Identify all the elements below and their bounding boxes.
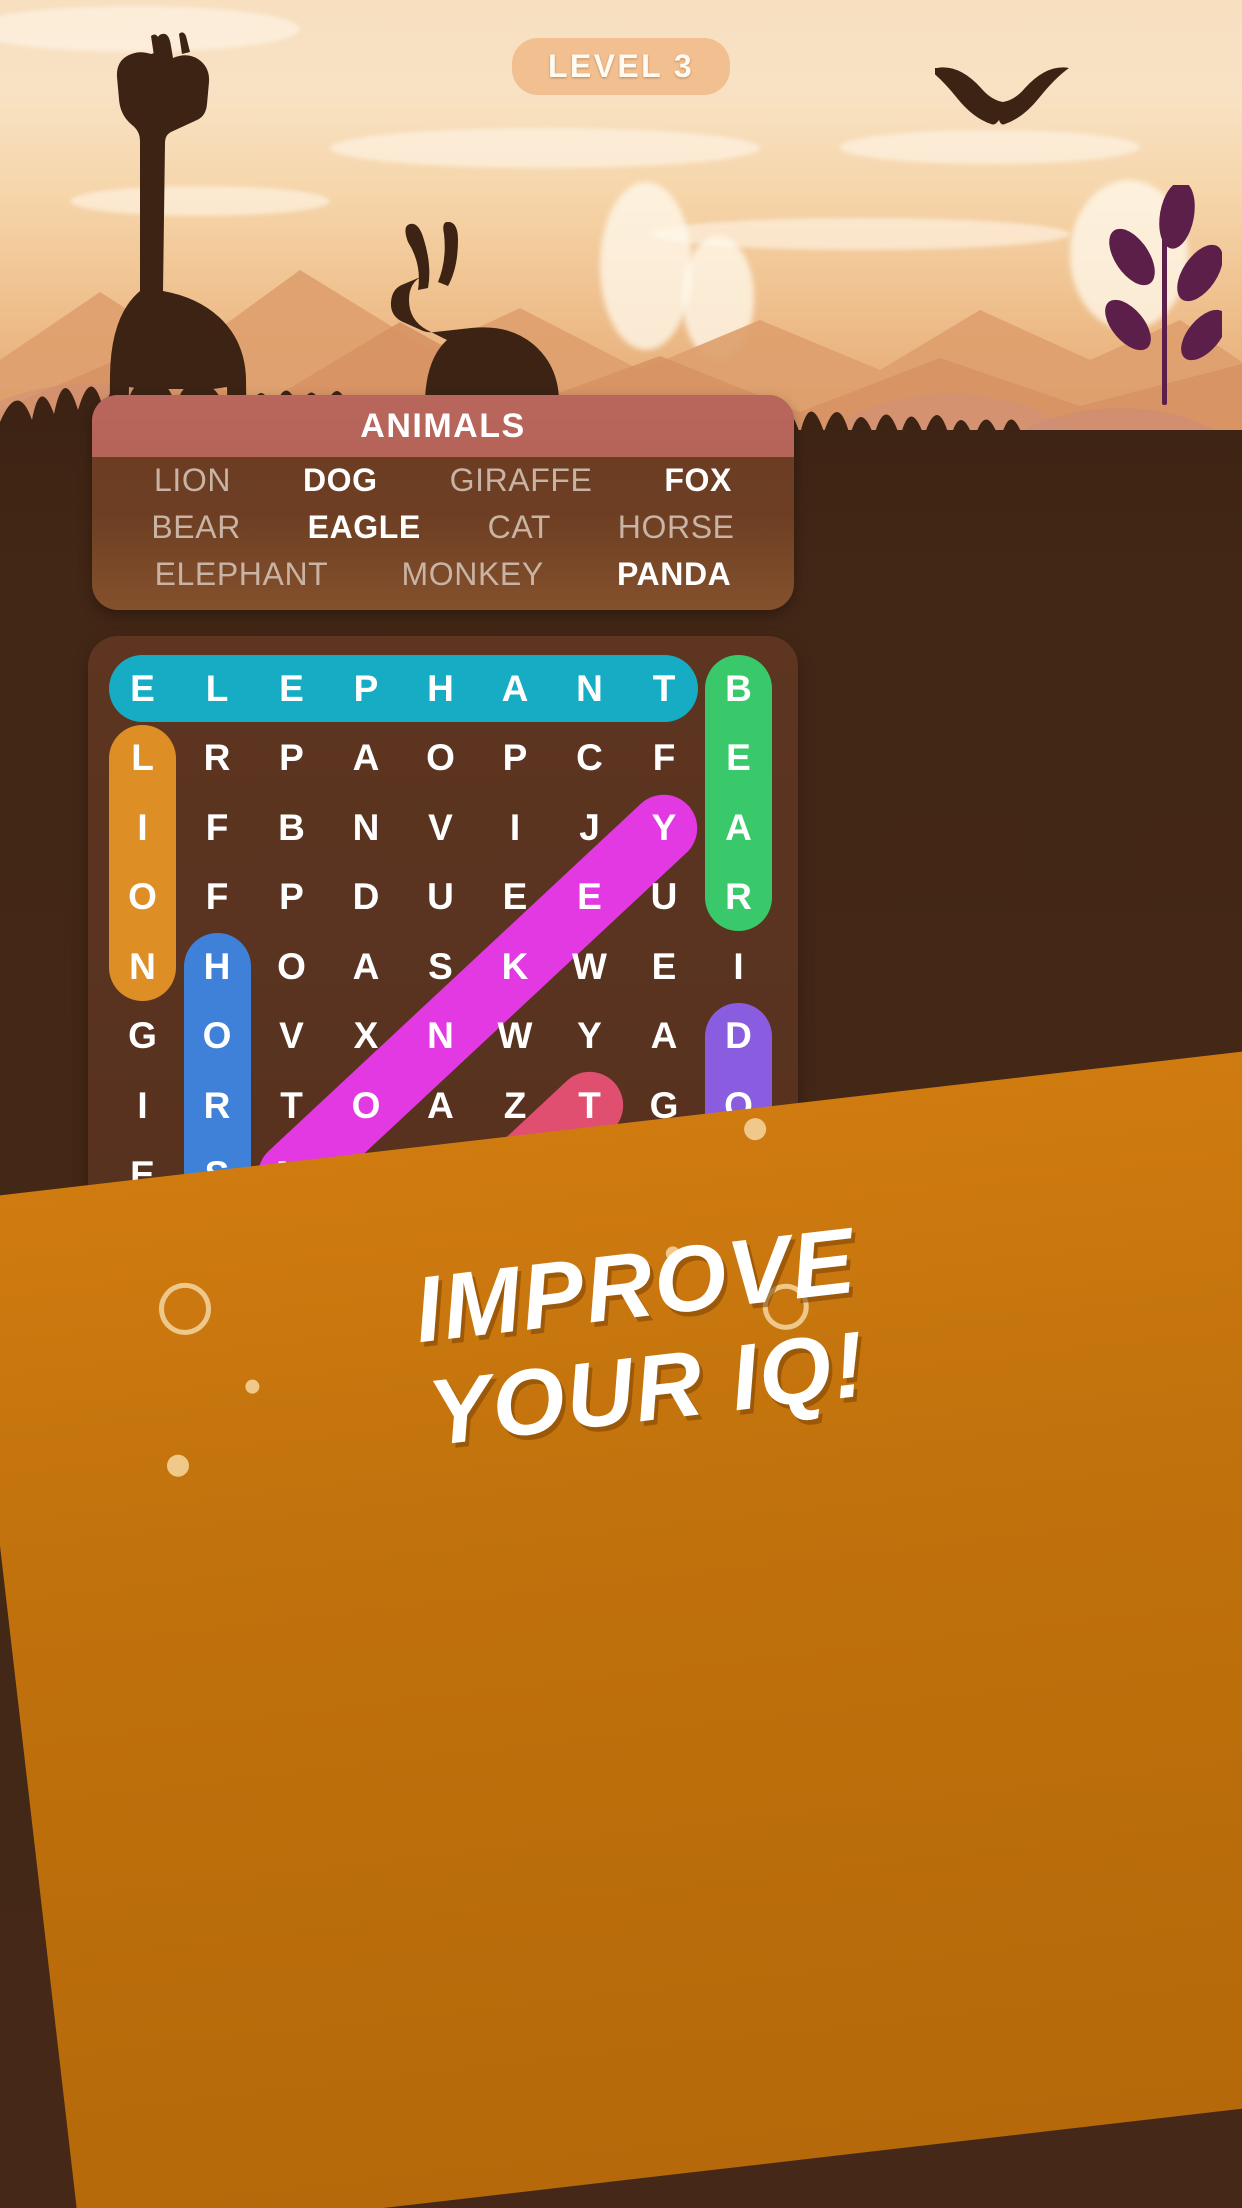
grid-cell[interactable]: W — [479, 1000, 552, 1073]
grid-cell[interactable]: C — [553, 722, 626, 795]
grid-cell[interactable]: N — [553, 652, 626, 725]
word-list-row: LION DOG GIRAFFE FOX — [92, 457, 794, 504]
promo-banner: IMPROVE YOUR IQ! — [0, 1045, 1242, 2208]
word-item-fox: FOX — [664, 462, 732, 498]
grid-cell[interactable]: H — [181, 930, 254, 1003]
grid-cell[interactable]: G — [106, 1000, 179, 1073]
grid-cell[interactable]: P — [255, 722, 328, 795]
grid-cell[interactable]: A — [628, 1000, 701, 1073]
grid-cell[interactable]: I — [106, 791, 179, 864]
grid-cell[interactable]: F — [181, 861, 254, 934]
grid-cell[interactable]: O — [255, 930, 328, 1003]
word-item-panda: PANDA — [616, 556, 732, 592]
grid-cell[interactable]: D — [330, 861, 403, 934]
grid-cell[interactable]: T — [255, 1069, 328, 1142]
word-item-cat: CAT — [487, 509, 552, 545]
grid-cell[interactable]: K — [479, 930, 552, 1003]
grid-cell[interactable]: E — [628, 930, 701, 1003]
grid-cell[interactable]: N — [330, 791, 403, 864]
grid-cell[interactable]: P — [255, 861, 328, 934]
grid-cell[interactable]: N — [106, 930, 179, 1003]
word-item-elephant: ELEPHANT — [154, 556, 329, 592]
grid-cell[interactable]: E — [702, 722, 775, 795]
grid-cell[interactable]: H — [404, 652, 477, 725]
grid-cell[interactable]: I — [702, 930, 775, 1003]
grid-cell[interactable]: A — [330, 722, 403, 795]
category-title: ANIMALS — [360, 406, 526, 445]
grid-cell[interactable]: A — [702, 791, 775, 864]
grid-cell[interactable]: Z — [479, 1069, 552, 1142]
word-item-bear: BEAR — [151, 509, 241, 545]
level-label: LEVEL 3 — [547, 48, 695, 84]
grid-cell[interactable]: A — [479, 652, 552, 725]
grid-cell[interactable]: X — [330, 1000, 403, 1073]
grid-cell[interactable]: A — [330, 930, 403, 1003]
grid-cell[interactable]: P — [479, 722, 552, 795]
word-item-horse: HORSE — [617, 509, 735, 545]
grid-cell[interactable]: O — [404, 722, 477, 795]
grid-cell[interactable]: R — [702, 861, 775, 934]
word-item-lion: LION — [153, 462, 232, 498]
grid-cell[interactable]: T — [628, 652, 701, 725]
grid-cell[interactable]: R — [181, 722, 254, 795]
bird-silhouette — [935, 67, 1069, 125]
grid-cell[interactable]: A — [404, 1069, 477, 1142]
grid-cell[interactable]: U — [404, 861, 477, 934]
word-item-dog: DOG — [302, 462, 378, 498]
grid-cell[interactable]: S — [404, 930, 477, 1003]
grid-cell[interactable]: P — [330, 652, 403, 725]
grid-cell[interactable]: O — [330, 1069, 403, 1142]
grid-cell[interactable]: B — [255, 791, 328, 864]
word-item-monkey: MONKEY — [401, 556, 544, 592]
grid-cell[interactable]: F — [628, 722, 701, 795]
grid-cell[interactable]: I — [479, 791, 552, 864]
grid-cell[interactable]: O — [106, 861, 179, 934]
grid-cell[interactable]: E — [479, 861, 552, 934]
word-list-rows: LION DOG GIRAFFE FOX BEAR EAGLE CAT HORSE ELEPHA… — [92, 457, 794, 598]
word-item-giraffe: GIRAFFE — [449, 462, 593, 498]
grid-cell[interactable]: V — [255, 1000, 328, 1073]
grid-cell[interactable]: J — [553, 791, 626, 864]
grid-cell[interactable]: D — [702, 1000, 775, 1073]
grid-cell[interactable]: L — [181, 652, 254, 725]
grid-cell[interactable]: E — [553, 861, 626, 934]
grid-cell[interactable]: Y — [553, 1000, 626, 1073]
grid-cell[interactable]: Y — [628, 791, 701, 864]
word-list-row: BEAR EAGLE CAT HORSE — [92, 504, 794, 551]
word-list-row: ELEPHANT MONKEY PANDA — [92, 551, 794, 598]
level-badge: LEVEL 3 — [511, 38, 731, 95]
grid-cell[interactable]: O — [181, 1000, 254, 1073]
grid-cell[interactable]: U — [628, 861, 701, 934]
promo-text: IMPROVE YOUR IQ! — [12, 1162, 1242, 1512]
grid-cell[interactable]: E — [255, 652, 328, 725]
decor-dot-1 — [742, 1116, 768, 1142]
word-item-eagle: EAGLE — [307, 509, 421, 545]
grid-cell[interactable]: I — [106, 1069, 179, 1142]
grid-cell[interactable]: W — [553, 930, 626, 1003]
grid-cell[interactable]: N — [404, 1000, 477, 1073]
word-list-title-bar: ANIMALS — [92, 395, 794, 457]
grid-cell[interactable]: B — [702, 652, 775, 725]
grid-cell[interactable]: E — [106, 652, 179, 725]
grid-cell[interactable]: R — [181, 1069, 254, 1142]
word-list-panel: ANIMALS LION DOG GIRAFFE FOX BEAR EAGLE CAT HOR… — [92, 395, 794, 610]
grid-cell[interactable]: V — [404, 791, 477, 864]
grid-cell[interactable]: L — [106, 722, 179, 795]
grid-cell[interactable]: F — [181, 791, 254, 864]
promo-banner-inner: IMPROVE YOUR IQ! — [0, 1053, 1242, 2189]
